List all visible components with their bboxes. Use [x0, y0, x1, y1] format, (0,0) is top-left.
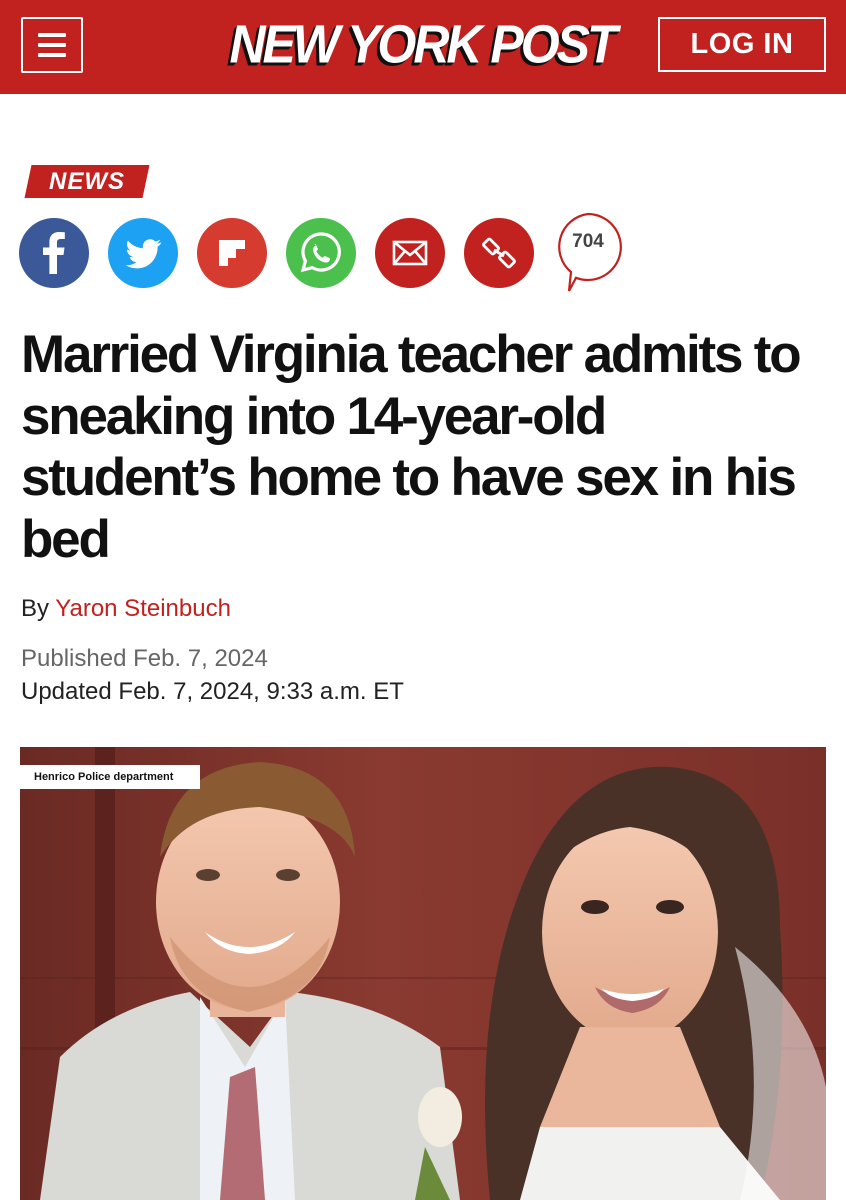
facebook-share-button[interactable] [19, 218, 89, 288]
updated-date: Updated Feb. 7, 2024, 9:33 a.m. ET [21, 678, 404, 705]
top-nav-bar: NEW YORK POST LOG IN [0, 0, 846, 94]
photo-illustration [20, 747, 826, 1200]
comment-count: 704 [572, 231, 604, 252]
section-tag[interactable]: NEWS [24, 165, 150, 198]
email-icon [392, 240, 428, 266]
flipboard-icon [219, 240, 245, 266]
site-logo[interactable]: NEW YORK POST [222, 12, 622, 77]
published-date: Published Feb. 7, 2024 [21, 645, 268, 672]
whatsapp-share-button[interactable] [286, 218, 356, 288]
comments-button[interactable]: 704 [553, 211, 625, 295]
email-share-button[interactable] [375, 218, 445, 288]
menu-button[interactable] [21, 17, 83, 73]
copy-link-button[interactable] [464, 218, 534, 288]
author-link[interactable]: Yaron Steinbuch [55, 595, 231, 622]
section-tag-label: NEWS [49, 168, 125, 195]
photo-credit: Henrico Police department [20, 765, 200, 789]
byline: By Yaron Steinbuch [21, 595, 231, 623]
flipboard-share-button[interactable] [197, 218, 267, 288]
article-headline: Married Virginia teacher admits to sneak… [21, 325, 802, 569]
article-photo[interactable] [20, 747, 826, 1200]
twitter-share-button[interactable] [108, 218, 178, 288]
twitter-icon [125, 239, 162, 269]
comments-icon [558, 212, 622, 292]
hamburger-icon [38, 33, 66, 37]
facebook-icon [43, 232, 65, 274]
login-button[interactable]: LOG IN [658, 17, 826, 72]
byline-prefix: By [21, 595, 50, 622]
whatsapp-icon [300, 232, 341, 273]
link-icon [482, 237, 516, 269]
